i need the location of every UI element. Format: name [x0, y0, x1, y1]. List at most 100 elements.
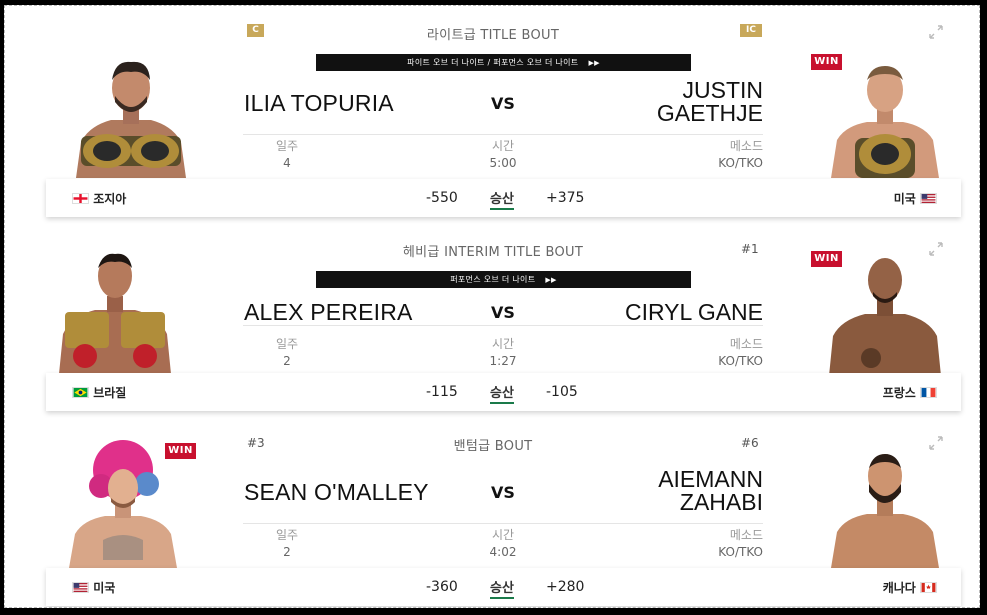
time-label: 시간 — [491, 139, 515, 153]
country-right: 캐나다 — [883, 579, 937, 596]
fighter-name-right-line2: ZAHABI — [679, 489, 763, 515]
fighter-name-right[interactable]: AIEMANN ZAHABI — [658, 468, 763, 514]
method-label: 메소드 — [729, 528, 763, 542]
fighter-name-left[interactable]: SEAN O'MALLEY — [244, 479, 429, 506]
odds-link[interactable]: 승산 — [490, 188, 514, 210]
round-stat: 일주 2 — [267, 526, 307, 559]
odds-right: +280 — [546, 579, 585, 595]
method-value: KO/TKO — [718, 545, 763, 559]
odds-left: -550 — [426, 190, 458, 206]
country-left: 미국 — [72, 579, 115, 596]
bonus-banner[interactable]: 파이트 오브 더 나이트 / 퍼포먼스 오브 더 나이트 ▶▶ — [316, 54, 691, 71]
round-value: 2 — [283, 545, 291, 559]
country-name: 캐나다 — [882, 581, 916, 595]
fighter-photo-right[interactable] — [825, 248, 945, 376]
rank-right: #6 — [741, 436, 759, 450]
france-flag — [920, 387, 937, 398]
fighter-name-right-line2: GAETHJE — [656, 100, 763, 126]
champion-badge: C — [247, 24, 264, 37]
round-stat: 일주 4 — [267, 137, 307, 170]
odds-bar: 조지아 -550 승산 +375 미국 — [46, 179, 961, 217]
method-label: 메소드 — [729, 139, 763, 153]
win-badge: WIN — [811, 251, 842, 267]
play-arrows-icon: ▶▶ — [588, 59, 600, 67]
time-stat: 시간 4:02 — [483, 526, 523, 559]
country-name: 프랑스 — [882, 386, 916, 400]
bonus-banner-text: 파이트 오브 더 나이트 / 퍼포먼스 오브 더 나이트 — [407, 58, 579, 67]
fighter-name-right[interactable]: CIRYL GANE — [625, 301, 763, 324]
bout-label: 라이트급 TITLE BOUT — [426, 28, 560, 43]
country-name: 미국 — [93, 581, 116, 595]
stats-divider — [243, 523, 763, 524]
bout-label: 밴텀급 BOUT — [453, 439, 533, 454]
round-label: 일주 — [275, 528, 299, 542]
time-value: 5:00 — [489, 156, 517, 170]
odds-right: -105 — [546, 384, 578, 400]
rank-right: #1 — [741, 242, 759, 256]
country-name: 브라질 — [93, 386, 127, 400]
fighter-photo-left[interactable] — [55, 246, 175, 374]
method-label: 메소드 — [729, 337, 763, 351]
expand-icon[interactable] — [929, 25, 943, 39]
play-arrows-icon: ▶▶ — [545, 276, 557, 284]
country-name: 미국 — [893, 192, 916, 206]
bonus-banner[interactable]: 퍼포먼스 오브 더 나이트 ▶▶ — [316, 271, 691, 288]
brazil-flag — [72, 387, 89, 398]
time-stat: 시간 1:27 — [483, 335, 523, 368]
fighter-name-left[interactable]: ILIA TOPURIA — [244, 90, 394, 117]
usa-flag — [72, 582, 89, 593]
bout-card[interactable]: #3 밴텀급 BOUT #6 WIN SEAN O'MALLEY VS AIEM… — [5, 416, 979, 607]
method-stat: 메소드 KO/TKO — [718, 526, 763, 559]
fighter-photo-left[interactable] — [63, 440, 183, 568]
win-badge: WIN — [811, 54, 842, 70]
method-stat: 메소드 KO/TKO — [718, 335, 763, 368]
round-stat: 일주 2 — [267, 335, 307, 368]
fighter-name-right-line1: AIEMANN — [658, 466, 763, 492]
method-value: KO/TKO — [718, 354, 763, 368]
bout-label: 헤비급 INTERIM TITLE BOUT — [402, 245, 584, 260]
country-name: 조지아 — [93, 192, 127, 206]
country-left: 브라질 — [72, 384, 126, 401]
country-right: 프랑스 — [883, 384, 937, 401]
round-value: 2 — [283, 354, 291, 368]
round-label: 일주 — [275, 337, 299, 351]
odds-right: +375 — [546, 190, 585, 206]
fighter-name-left[interactable]: ALEX PEREIRA — [244, 299, 413, 326]
bout-card[interactable]: 헤비급 INTERIM TITLE BOUT #1 퍼포먼스 오브 더 나이트 ▶… — [5, 221, 979, 416]
odds-link[interactable]: 승산 — [490, 382, 514, 404]
method-stat: 메소드 KO/TKO — [718, 137, 763, 170]
vs-label: VS — [491, 94, 515, 113]
time-label: 시간 — [491, 528, 515, 542]
interim-champion-badge: IC — [740, 24, 762, 37]
georgia-flag — [72, 193, 89, 204]
time-stat: 시간 5:00 — [483, 137, 523, 170]
odds-link[interactable]: 승산 — [490, 577, 514, 599]
odds-bar: 미국 -360 승산 +280 캐나다 — [46, 568, 961, 606]
round-label: 일주 — [275, 139, 299, 153]
vs-label: VS — [491, 483, 515, 502]
fighter-photo-left[interactable] — [71, 50, 191, 178]
win-badge: WIN — [165, 443, 196, 459]
fighter-name-right-line1: JUSTIN — [682, 77, 764, 103]
fighter-name-right[interactable]: JUSTIN GAETHJE — [657, 79, 763, 125]
canada-flag — [920, 582, 937, 593]
round-value: 4 — [283, 156, 291, 170]
method-value: KO/TKO — [718, 156, 763, 170]
country-right: 미국 — [894, 190, 937, 207]
usa-flag — [920, 193, 937, 204]
fighter-photo-right[interactable] — [825, 50, 945, 178]
fighter-photo-right[interactable] — [825, 440, 945, 568]
odds-bar: 브라질 -115 승산 -105 프랑스 — [46, 373, 961, 411]
country-left: 조지아 — [72, 190, 126, 207]
odds-left: -115 — [426, 384, 458, 400]
fight-results-list: C 라이트급 TITLE BOUT IC 파이트 오브 더 나이트 / 퍼포먼스… — [4, 5, 980, 608]
time-value: 1:27 — [489, 354, 517, 368]
stats-divider — [243, 325, 763, 326]
time-label: 시간 — [491, 337, 515, 351]
stats-divider — [243, 134, 763, 135]
rank-left: #3 — [247, 436, 265, 450]
vs-label: VS — [491, 303, 515, 322]
bout-card[interactable]: C 라이트급 TITLE BOUT IC 파이트 오브 더 나이트 / 퍼포먼스… — [5, 6, 979, 221]
odds-left: -360 — [426, 579, 458, 595]
time-value: 4:02 — [489, 545, 517, 559]
